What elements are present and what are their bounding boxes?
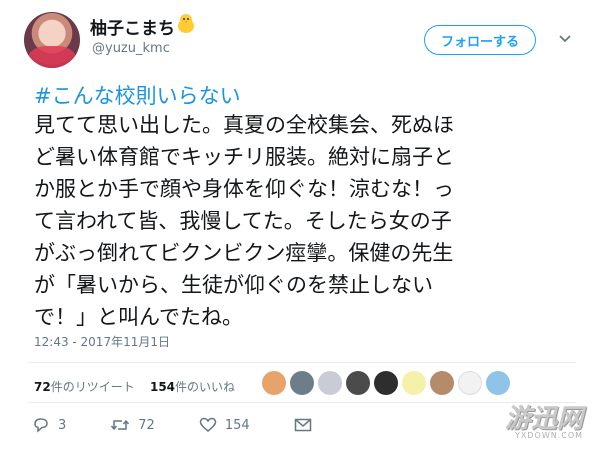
liker-avatar[interactable] — [346, 371, 370, 395]
reply-icon — [34, 418, 48, 433]
retweet-count: 72 — [138, 417, 155, 433]
hashtag-link[interactable]: #こんな校則いらない — [34, 80, 241, 110]
liker-avatar[interactable] — [430, 371, 454, 395]
liker-avatar[interactable] — [290, 371, 314, 395]
display-name[interactable]: 柚子こまち — [90, 14, 175, 39]
liker-avatar[interactable] — [262, 371, 286, 395]
reply-count: 3 — [58, 417, 67, 433]
watermark-subtext: YXDOWN.COM — [515, 431, 584, 440]
like-count: 154 — [224, 417, 250, 433]
chevron-down-icon[interactable] — [558, 32, 572, 46]
divider — [28, 362, 576, 363]
avatar[interactable] — [24, 12, 80, 68]
like-button[interactable]: 154 — [199, 417, 250, 433]
envelope-icon — [294, 418, 311, 432]
liker-avatar[interactable] — [486, 371, 510, 395]
retweets-label: 件のリツイート — [50, 380, 135, 394]
retweet-icon — [111, 419, 130, 431]
retweets-count: 72 — [34, 380, 51, 394]
likes-label: 件のいいね — [175, 380, 236, 394]
tweet-actions: 3 72 154 — [32, 417, 364, 433]
retweet-button[interactable]: 72 — [110, 417, 155, 433]
liker-avatar[interactable] — [458, 371, 482, 395]
watermark: 游迅网 — [505, 404, 584, 434]
tweet-timestamp[interactable]: 12:43 - 2017年11月1日 — [34, 333, 170, 350]
retweet-stat[interactable]: 72件のリツイート — [34, 380, 135, 394]
user-handle[interactable]: @yuzu_kmc — [92, 41, 170, 56]
tweet-text: 見てて思い出した。真夏の全校集会、死ぬほ ど暑い体育館でキッチリ服装。絶対に扇子… — [34, 113, 454, 329]
engagement-stats: 72件のリツイート 154件のいいね — [34, 378, 235, 395]
reply-button[interactable]: 3 — [32, 417, 66, 433]
liker-avatar[interactable] — [318, 371, 342, 395]
like-stat[interactable]: 154件のいいね — [150, 380, 235, 394]
divider — [28, 402, 576, 403]
follow-button[interactable]: フォローする — [424, 25, 536, 55]
likes-count: 154 — [149, 380, 176, 394]
chick-emoji-icon — [178, 14, 194, 33]
heart-icon — [199, 417, 217, 432]
message-button[interactable] — [294, 418, 320, 432]
liker-avatar[interactable] — [402, 371, 426, 395]
liker-avatar[interactable] — [374, 371, 398, 395]
liker-avatars — [262, 371, 510, 395]
